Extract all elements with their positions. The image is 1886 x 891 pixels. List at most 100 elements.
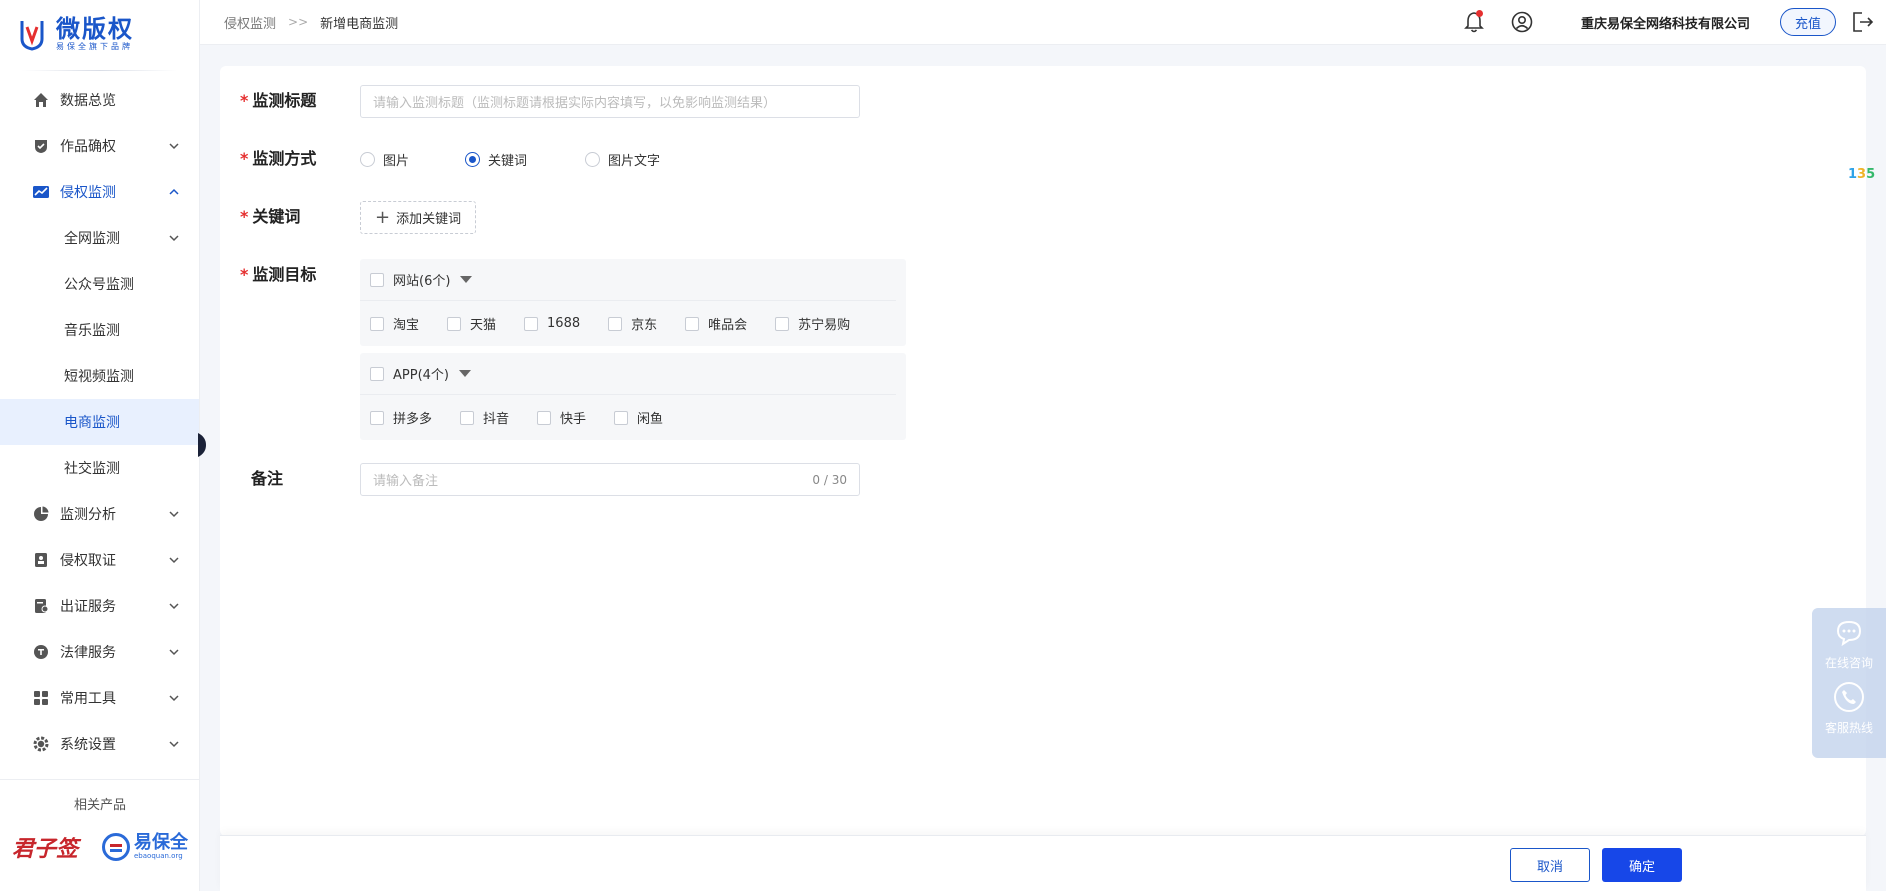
checkbox	[460, 410, 475, 425]
customer-service-panel: 在线咨询 客服热线	[1812, 608, 1886, 758]
option-label: 苏宁易购	[798, 318, 851, 333]
site-option-jd[interactable]: 京东	[608, 314, 657, 333]
radio-label: 关键词	[488, 153, 528, 169]
option-label: 天猫	[470, 318, 497, 333]
sidebar-item-monitoring[interactable]: 侵权监测	[0, 169, 199, 215]
user-account-icon[interactable]	[1509, 9, 1535, 35]
chevron-down-icon	[169, 649, 179, 656]
option-label: 闲鱼	[637, 412, 664, 427]
form-footer: 取消 确定	[220, 835, 1866, 891]
recharge-button[interactable]: 充值	[1779, 8, 1836, 36]
cancel-button[interactable]: 取消	[1510, 848, 1590, 882]
breadcrumb-parent[interactable]: 侵权监测	[224, 13, 276, 32]
junzi-logo[interactable]: 君子签	[12, 831, 78, 863]
chevron-down-icon	[169, 695, 179, 702]
app-option-kuaishou[interactable]: 快手	[537, 408, 586, 427]
site-option-vip[interactable]: 唯品会	[685, 314, 747, 333]
pie-icon	[32, 505, 50, 523]
chevron-down-icon	[169, 603, 179, 610]
editor-135-badge[interactable]: 1 3 5	[1848, 162, 1876, 186]
sidebar-item-analysis[interactable]: 监测分析	[0, 491, 199, 537]
add-keyword-button[interactable]: + 添加关键词	[360, 201, 477, 234]
sidebar-item-certificate[interactable]: 出证服务	[0, 583, 199, 629]
trend-icon	[32, 183, 50, 201]
app-group-checkbox[interactable]	[370, 366, 384, 381]
sidebar-item-tools[interactable]: 常用工具	[0, 675, 199, 721]
sidebar-subitem-label: 电商监测	[64, 415, 120, 431]
site-option-tmall[interactable]: 天猫	[447, 314, 496, 333]
sidebar-subitem-ecommerce[interactable]: 电商监测	[0, 399, 199, 445]
option-label: 抖音	[483, 412, 510, 427]
form-row-keyword: * 关键词 + 添加关键词	[220, 201, 477, 234]
chevron-down-icon	[169, 143, 179, 150]
badge-digit: 3	[1857, 166, 1867, 182]
sidebar-subitem-label: 公众号监测	[64, 277, 134, 293]
plus-icon: +	[375, 206, 391, 228]
radio-circle	[585, 151, 601, 167]
sidebar-subitem-wechat[interactable]: 公众号监测	[0, 261, 199, 307]
breadcrumb-separator: >>	[288, 15, 309, 29]
breadcrumb: 侵权监测 >> 新增电商监测	[200, 13, 398, 32]
required-mark: *	[240, 265, 249, 284]
website-group-checkbox[interactable]	[370, 272, 384, 287]
checkbox	[370, 316, 384, 331]
app-option-xianyu[interactable]: 闲鱼	[614, 408, 663, 427]
badge-digit: 1	[1848, 166, 1858, 182]
checkbox	[524, 316, 539, 331]
sidebar-subitem-music[interactable]: 音乐监测	[0, 307, 199, 353]
notification-dot	[1475, 10, 1483, 17]
top-header: 侵权监测 >> 新增电商监测 重庆易保全网络科技有限公司 充值	[200, 0, 1886, 45]
mode-label: * 监测方式	[220, 143, 360, 175]
mode-radio-image-text[interactable]: 图片文字	[585, 150, 660, 169]
site-option-taobao[interactable]: 淘宝	[370, 314, 419, 333]
sidebar-item-label: 侵权取证	[60, 553, 116, 569]
sidebar-subitem-short-video[interactable]: 短视频监测	[0, 353, 199, 399]
tools-icon	[32, 689, 50, 707]
sidebar-subitem-label: 社交监测	[64, 461, 120, 477]
hotline-button[interactable]: 客服热线	[1825, 681, 1873, 736]
sidebar-item-settings[interactable]: 系统设置	[0, 721, 199, 767]
site-option-1688[interactable]: 1688	[524, 316, 580, 331]
checkbox	[608, 316, 623, 331]
hotline-label: 客服热线	[1824, 721, 1873, 735]
mode-radio-keyword[interactable]: 关键词	[465, 150, 527, 169]
sidebar-collapse-handle[interactable]	[198, 425, 212, 465]
website-group-label: 网站(6个)	[393, 274, 451, 289]
chevron-down-icon	[169, 557, 179, 564]
chevron-down-icon	[169, 741, 179, 748]
sidebar-subitem-all-web[interactable]: 全网监测	[0, 215, 199, 261]
confirm-button[interactable]: 确定	[1602, 848, 1682, 882]
sidebar-item-overview[interactable]: 数据总览	[0, 77, 199, 123]
sidebar-item-rights[interactable]: 作品确权	[0, 123, 199, 169]
keyword-label-text: 关键词	[252, 207, 301, 226]
ebaoquan-url: ebaoquan.org	[134, 851, 183, 860]
notification-bell-icon[interactable]	[1461, 9, 1487, 35]
certificate-icon	[32, 597, 50, 615]
mode-label-text: 监测方式	[252, 149, 317, 168]
sidebar-item-label: 监测分析	[60, 507, 116, 523]
app-option-douyin[interactable]: 抖音	[460, 408, 509, 427]
logout-icon[interactable]	[1850, 9, 1876, 35]
caret-down-icon[interactable]	[460, 276, 473, 283]
sidebar-item-evidence[interactable]: 侵权取证	[0, 537, 199, 583]
brand-logo[interactable]: 微版权 易保全旗下品牌	[0, 0, 199, 68]
sidebar-subitem-social[interactable]: 社交监测	[0, 445, 199, 491]
option-label: 1688	[547, 316, 581, 331]
app-option-pinduoduo[interactable]: 拼多多	[370, 408, 432, 427]
ebaoquan-logo[interactable]: 易保全 ebaoquan.org	[102, 833, 188, 861]
option-label: 快手	[560, 412, 587, 427]
checkbox	[537, 410, 552, 425]
brand-mark-icon	[18, 17, 48, 51]
caret-down-icon[interactable]	[459, 370, 471, 377]
app-target-panel: APP(4个) 拼多多 抖音 快手 闲鱼	[360, 353, 906, 440]
sidebar-item-legal[interactable]: 法律服务	[0, 629, 199, 675]
mode-radio-image[interactable]: 图片	[360, 150, 409, 169]
radio-circle-checked	[465, 151, 481, 167]
law-icon	[32, 643, 50, 661]
breadcrumb-current: 新增电商监测	[320, 16, 399, 32]
monitor-title-input[interactable]: 请输入监测标题（监测标题请根据实际内容填写，以免影响监测结果）	[360, 85, 860, 118]
chevron-up-icon	[169, 188, 179, 195]
online-consult-button[interactable]: 在线咨询	[1825, 618, 1873, 671]
remark-input[interactable]: 请输入备注 0 / 30	[360, 463, 860, 496]
site-option-suning[interactable]: 苏宁易购	[775, 314, 850, 333]
